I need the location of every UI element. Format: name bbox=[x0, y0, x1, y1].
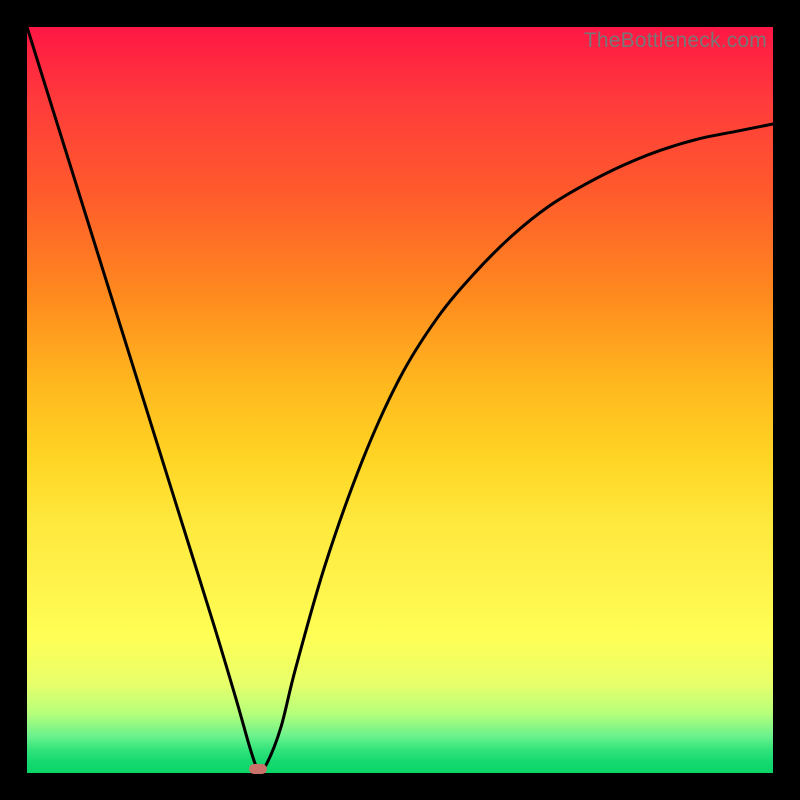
optimal-point-marker bbox=[249, 764, 267, 774]
chart-plot-area: TheBottleneck.com bbox=[27, 27, 773, 773]
chart-frame: TheBottleneck.com bbox=[0, 0, 800, 800]
bottleneck-curve bbox=[27, 27, 773, 773]
